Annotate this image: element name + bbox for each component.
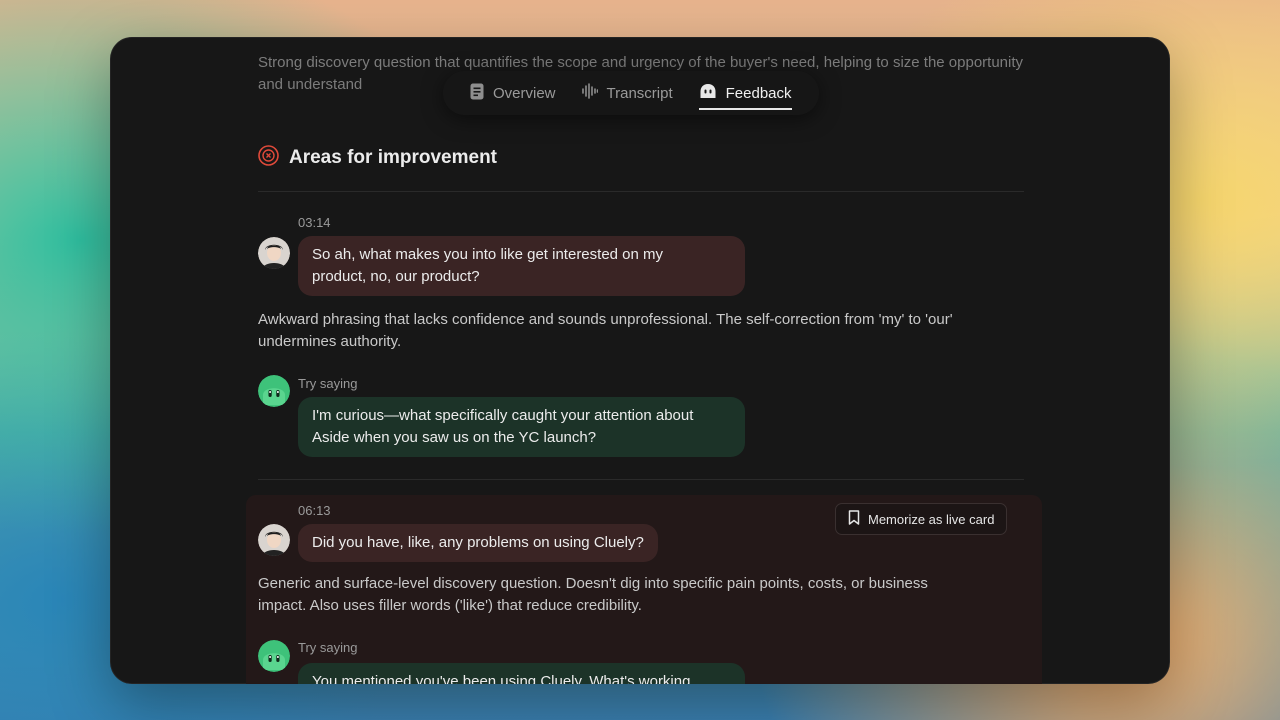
- section-header: Areas for improvement: [258, 145, 497, 171]
- tab-feedback-label: Feedback: [725, 84, 792, 102]
- feedback-text: Generic and surface-level discovery ques…: [258, 573, 1038, 617]
- tab-overview[interactable]: Overview: [457, 71, 569, 115]
- avatar: [258, 524, 290, 556]
- feedback-line: Generic and surface-level discovery ques…: [258, 575, 928, 592]
- app-window: Strong discovery question that quantifie…: [110, 37, 1170, 684]
- assistant-avatar: [258, 375, 290, 407]
- target-icon: [258, 145, 279, 171]
- section-title: Areas for improvement: [289, 147, 498, 168]
- user-quote-bubble: Did you have, like, any problems on usin…: [298, 524, 658, 562]
- feedback-line: Awkward phrasing that lacks confidence a…: [258, 311, 953, 328]
- tab-transcript-label: Transcript: [606, 84, 673, 102]
- quote-line: product, no, our product?: [312, 268, 480, 285]
- suggestion-line: You mentioned you've been using Cluely. …: [312, 673, 691, 684]
- quote-line: Did you have, like, any problems on usin…: [312, 534, 644, 551]
- suggestion-line: I'm curious—what specifically caught you…: [312, 407, 694, 424]
- feedback-line: undermines authority.: [258, 333, 402, 350]
- user-quote-bubble: So ah, what makes you into like get inte…: [298, 236, 745, 296]
- memorize-label: Memorize as live card: [868, 511, 995, 527]
- assistant-avatar: [258, 640, 290, 672]
- avatar: [258, 237, 290, 269]
- tab-feedback[interactable]: Feedback: [686, 71, 805, 115]
- document-icon: [470, 83, 484, 104]
- memorize-live-card-button[interactable]: Memorize as live card: [835, 503, 1008, 535]
- try-saying-label: Try saying: [298, 640, 358, 655]
- tab-transcript[interactable]: Transcript: [569, 71, 686, 115]
- feedback-text: Awkward phrasing that lacks confidence a…: [258, 309, 1038, 353]
- timestamp[interactable]: 06:13: [298, 503, 331, 518]
- timestamp[interactable]: 03:14: [298, 215, 331, 230]
- tab-bar: Overview Transcript Feedback: [443, 71, 819, 115]
- try-saying-label: Try saying: [298, 376, 358, 391]
- section-divider: [258, 191, 1024, 192]
- suggestion-bubble: I'm curious—what specifically caught you…: [298, 397, 745, 457]
- tab-overview-label: Overview: [493, 84, 556, 102]
- quote-line: So ah, what makes you into like get inte…: [312, 246, 664, 263]
- waveform-icon: [581, 83, 598, 103]
- suggestion-line: Aside when you saw us on the YC launch?: [312, 429, 597, 446]
- feedback-line: impact. Also uses filler words ('like') …: [258, 597, 642, 614]
- suggestion-bubble: You mentioned you've been using Cluely. …: [298, 663, 745, 684]
- feedback-icon: [699, 83, 717, 103]
- item-divider: [258, 479, 1024, 480]
- bookmark-icon: [848, 510, 860, 528]
